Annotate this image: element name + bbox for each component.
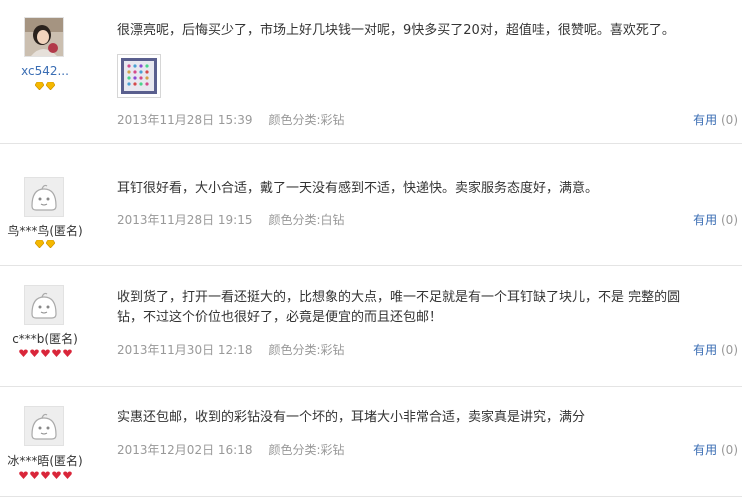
useful-count: (0) <box>721 213 738 227</box>
red-heart-icon <box>62 349 72 357</box>
review-meta: 2013年11月30日 12:18 颜色分类:彩钻 <box>117 341 345 358</box>
review-sku: 颜色分类:彩钻 <box>268 443 345 457</box>
review-date: 2013年11月28日 19:15 <box>117 213 253 227</box>
buyer-level-badges <box>0 471 90 479</box>
review-date: 2013年11月30日 12:18 <box>117 343 253 357</box>
review-item: xc542... 很漂亮呢，后悔买少了，市场上好几块钱一对呢，9快多买了20对，… <box>0 0 742 144</box>
gold-diamond-icon <box>46 240 55 248</box>
red-heart-icon <box>40 471 50 479</box>
buyer-level-badges <box>0 240 90 248</box>
review-text-line: 钻，不过这个价位也很好了，必竟是便宜的而且还包邮！ <box>117 310 443 325</box>
red-heart-icon <box>51 471 61 479</box>
red-heart-icon <box>18 349 28 357</box>
useful-vote: 有用 (0) <box>693 441 738 458</box>
username: 冰***晤(匿名) <box>7 454 83 468</box>
review-text: 实惠还包邮，收到的彩钻没有一个坏的，耳堵大小非常合适，卖家真是讲究，满分 <box>117 410 586 425</box>
useful-count: (0) <box>721 443 738 457</box>
default-avatar-icon <box>25 407 63 445</box>
red-heart-icon <box>40 349 50 357</box>
default-avatar-icon <box>25 178 63 216</box>
red-heart-icon <box>29 349 39 357</box>
review-date: 2013年12月02日 16:18 <box>117 443 253 457</box>
review-sku: 颜色分类:白钻 <box>268 213 345 227</box>
avatar[interactable] <box>24 406 64 446</box>
review-meta: 2013年11月28日 15:39 颜色分类:彩钻 <box>117 111 345 128</box>
buyer-level-badges <box>0 349 90 357</box>
useful-button[interactable]: 有用 <box>693 113 717 127</box>
review-text: 收到货了，打开一看还挺大的，比想象的大点，唯一不足就是有一个耳钉缺了块儿，不是 … <box>117 288 717 328</box>
useful-vote: 有用 (0) <box>693 111 738 128</box>
red-heart-icon <box>62 471 72 479</box>
useful-vote: 有用 (0) <box>693 211 738 228</box>
review-sku: 颜色分类:彩钻 <box>268 343 345 357</box>
useful-count: (0) <box>721 343 738 357</box>
username[interactable]: xc542... <box>0 64 90 78</box>
username: c***b(匿名) <box>12 332 78 346</box>
review-text: 很漂亮呢，后悔买少了，市场上好几块钱一对呢，9快多买了20对，超值哇，很赞呢。喜… <box>117 23 675 38</box>
review-text-line: 收到货了，打开一看还挺大的，比想象的大点，唯一不足就是有一个耳钉缺了块儿，不是 … <box>117 290 681 305</box>
review-sku: 颜色分类:彩钻 <box>268 113 345 127</box>
review-date: 2013年11月28日 15:39 <box>117 113 253 127</box>
red-heart-icon <box>18 471 28 479</box>
avatar[interactable] <box>24 177 64 217</box>
user-photo-icon <box>25 18 63 56</box>
gold-diamond-icon <box>35 82 44 90</box>
review-photo-thumbnail[interactable] <box>117 54 161 98</box>
useful-count: (0) <box>721 113 738 127</box>
review-item: 冰***晤(匿名) 实惠还包邮，收到的彩钻没有一个坏的，耳堵大小非常合适，卖家真… <box>0 386 742 497</box>
red-heart-icon <box>29 471 39 479</box>
review-text: 耳钉很好看，大小合适，戴了一天没有感到不适，快递快。卖家服务态度好，满意。 <box>117 181 599 196</box>
red-heart-icon <box>51 349 61 357</box>
review-meta: 2013年12月02日 16:18 颜色分类:彩钻 <box>117 441 345 458</box>
username: 鸟***鸟(匿名) <box>7 224 83 238</box>
useful-button[interactable]: 有用 <box>693 213 717 227</box>
gold-diamond-icon <box>46 82 55 90</box>
earring-card-photo-icon <box>121 58 157 94</box>
avatar[interactable] <box>24 285 64 325</box>
review-item: c***b(匿名) 收到货了，打开一看还挺大的，比想象的大点，唯一不足就是有一个… <box>0 265 742 387</box>
review-meta: 2013年11月28日 19:15 颜色分类:白钻 <box>117 211 345 228</box>
buyer-level-badges <box>0 82 90 90</box>
avatar[interactable] <box>24 17 64 57</box>
useful-button[interactable]: 有用 <box>693 343 717 357</box>
useful-button[interactable]: 有用 <box>693 443 717 457</box>
review-item: 鸟***鸟(匿名) 耳钉很好看，大小合适，戴了一天没有感到不适，快递快。卖家服务… <box>0 143 742 266</box>
default-avatar-icon <box>25 286 63 324</box>
useful-vote: 有用 (0) <box>693 341 738 358</box>
gold-diamond-icon <box>35 240 44 248</box>
